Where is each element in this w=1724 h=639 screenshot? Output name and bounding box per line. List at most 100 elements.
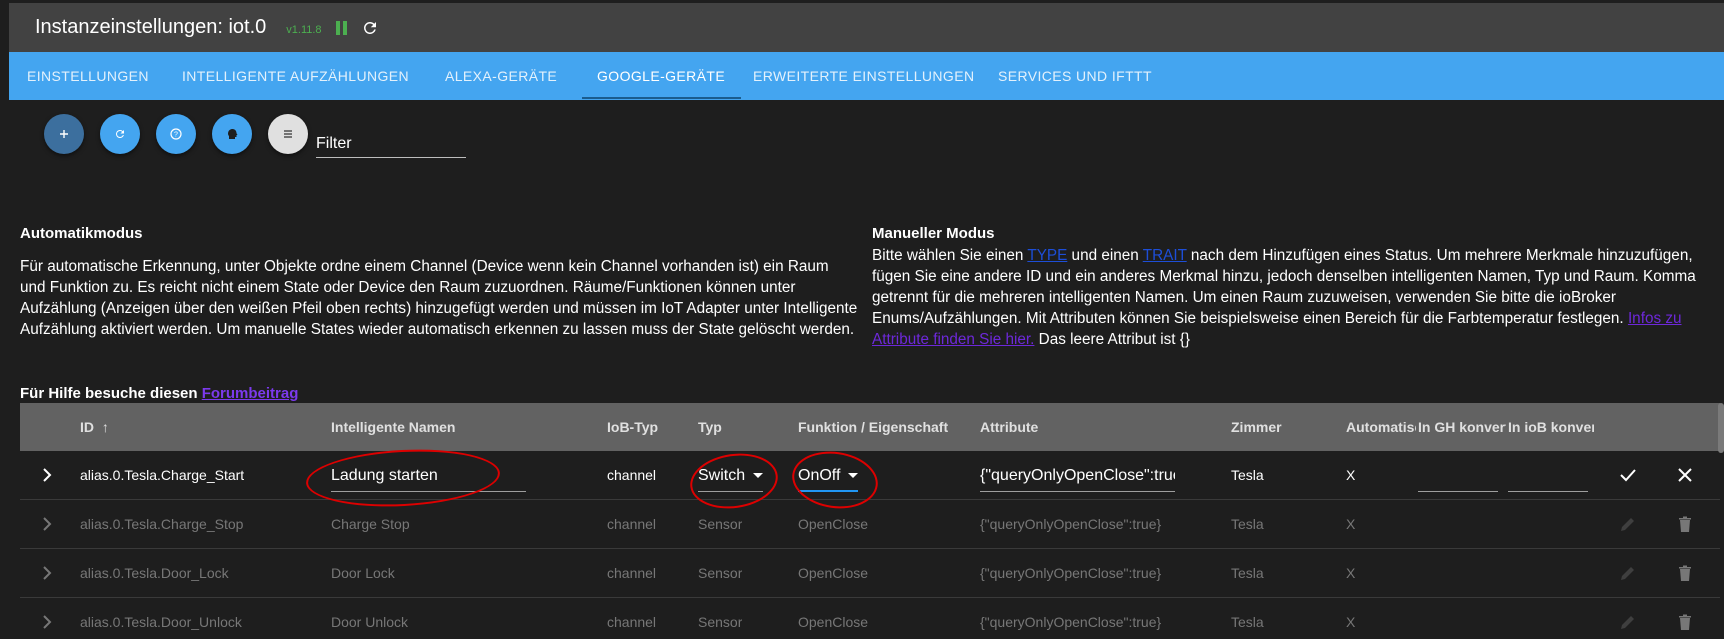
chevron-right-icon[interactable] xyxy=(42,615,52,629)
row-zimmer: Tesla xyxy=(1231,614,1264,630)
manual-mode-title: Manueller Modus xyxy=(872,225,995,242)
row-name: Door Lock xyxy=(331,565,395,581)
table-scrollbar[interactable] xyxy=(1718,403,1724,453)
col-typ-header[interactable]: Typ xyxy=(698,403,722,451)
col-zimmer-header[interactable]: Zimmer xyxy=(1231,403,1282,451)
manual-text-1: Bitte wählen Sie einen xyxy=(872,247,1028,264)
row-funktion: OpenClose xyxy=(798,565,869,581)
row-typ: Sensor xyxy=(698,614,743,630)
attribute-input[interactable]: {"queryOnlyOpenClose":true} xyxy=(980,461,1175,492)
refresh-icon xyxy=(115,129,124,138)
tab-intelligente-aufzaehlungen[interactable]: INTELLIGENTE AUFZÄHLUNGEN xyxy=(182,52,409,100)
add-icon xyxy=(60,130,68,138)
head-icon xyxy=(228,129,238,139)
smart-name-input[interactable]: Ladung starten xyxy=(331,461,526,492)
row-zimmer: Tesla xyxy=(1231,467,1264,483)
col-funktion-header[interactable]: Funktion / Eigenschaft xyxy=(798,403,948,451)
row-attribute: {"queryOnlyOpenClose":true} xyxy=(980,565,1162,581)
row-iobtype: channel xyxy=(607,516,657,532)
gh-convert-input[interactable] xyxy=(1418,461,1498,492)
col-id-header[interactable]: ID ↑ xyxy=(80,403,109,451)
row-funktion: OpenClose xyxy=(798,614,869,630)
row-auto: X xyxy=(1346,565,1356,581)
svg-text:?: ? xyxy=(174,132,178,139)
table-row-editing: alias.0.Tesla.Charge_Start Ladung starte… xyxy=(20,451,1720,500)
row-id: alias.0.Tesla.Door_Lock xyxy=(80,565,229,581)
col-iobconv-header[interactable]: In ioB konvertieren xyxy=(1508,403,1594,451)
tab-services-und-ifttt[interactable]: SERVICES UND IFTTT xyxy=(998,52,1152,100)
trait-link[interactable]: TRAIT xyxy=(1143,247,1187,264)
chevron-right-icon[interactable] xyxy=(42,517,52,531)
filter-input[interactable] xyxy=(316,128,466,156)
row-typ: Sensor xyxy=(698,565,743,581)
type-link[interactable]: TYPE xyxy=(1027,247,1067,264)
table-row: alias.0.Tesla.Charge_Stop Charge Stop ch… xyxy=(20,500,1720,549)
list-icon xyxy=(284,130,292,138)
col-attribute-header[interactable]: Attribute xyxy=(980,403,1038,451)
iob-convert-input[interactable] xyxy=(1508,461,1588,492)
manual-text-2: und einen xyxy=(1067,247,1143,264)
edit-icon[interactable] xyxy=(1618,514,1638,534)
dropdown-caret-icon xyxy=(848,473,859,479)
row-zimmer: Tesla xyxy=(1231,516,1264,532)
col-names-header[interactable]: Intelligente Namen xyxy=(331,403,455,451)
row-name: Door Unlock xyxy=(331,614,409,630)
auto-mode-title: Automatikmodus xyxy=(20,225,143,242)
edit-icon[interactable] xyxy=(1618,612,1638,632)
function-select[interactable]: OnOff xyxy=(798,461,859,492)
row-auto: X xyxy=(1346,614,1356,630)
page-title: Instanzeinstellungen: iot.0 xyxy=(35,16,267,38)
edit-icon[interactable] xyxy=(1618,563,1638,583)
tab-alexa-geraete[interactable]: ALEXA-GERÄTE xyxy=(445,52,557,100)
close-icon[interactable] xyxy=(1675,465,1695,485)
tab-erweiterte-einstellungen[interactable]: ERWEITERTE EINSTELLUNGEN xyxy=(753,52,974,100)
add-button[interactable] xyxy=(44,114,84,154)
table-header: ID ↑ Intelligente Namen IoB-Typ Typ Funk… xyxy=(20,403,1720,451)
col-iobtype-header[interactable]: IoB-Typ xyxy=(607,403,658,451)
row-auto: X xyxy=(1346,516,1356,532)
help-icon: ? xyxy=(170,128,182,140)
type-select-value: Switch xyxy=(698,467,746,484)
function-select-value: OnOff xyxy=(798,467,841,484)
row-zimmer: Tesla xyxy=(1231,565,1264,581)
chevron-right-icon[interactable] xyxy=(42,566,52,580)
row-iobtype: channel xyxy=(607,467,657,483)
table-row: alias.0.Tesla.Door_Lock Door Lock channe… xyxy=(20,549,1720,598)
head-button[interactable] xyxy=(212,114,252,154)
tab-einstellungen[interactable]: EINSTELLUNGEN xyxy=(27,52,149,100)
sort-arrow-up-icon: ↑ xyxy=(101,419,109,435)
reload-icon[interactable] xyxy=(361,19,379,37)
auto-mode-text: Für automatische Erkennung, unter Objekt… xyxy=(20,258,858,338)
list-button[interactable] xyxy=(268,114,308,154)
help-line: Für Hilfe besuche diesen Forumbeitrag xyxy=(20,385,298,402)
check-icon[interactable] xyxy=(1618,465,1638,485)
delete-icon[interactable] xyxy=(1675,563,1695,583)
refresh-button[interactable] xyxy=(100,114,140,154)
type-select[interactable]: Switch xyxy=(698,461,764,492)
manual-mode-text: Bitte wählen Sie einen TYPE und einen TR… xyxy=(872,245,1720,350)
row-typ: Sensor xyxy=(698,516,743,532)
filter-field[interactable] xyxy=(316,128,466,158)
forum-link[interactable]: Forumbeitrag xyxy=(202,385,299,402)
row-name: Charge Stop xyxy=(331,516,410,532)
chevron-right-icon[interactable] xyxy=(42,468,52,482)
delete-icon[interactable] xyxy=(1675,514,1695,534)
row-attribute: {"queryOnlyOpenClose":true} xyxy=(980,614,1162,630)
row-id: alias.0.Tesla.Door_Unlock xyxy=(80,614,242,630)
devices-table: ID ↑ Intelligente Namen IoB-Typ Typ Funk… xyxy=(20,403,1720,639)
col-ghconv-header[interactable]: In GH konvertieren xyxy=(1418,403,1506,451)
row-id: alias.0.Tesla.Charge_Stop xyxy=(80,516,244,532)
row-attribute: {"queryOnlyOpenClose":true} xyxy=(980,516,1162,532)
pause-icon[interactable] xyxy=(335,20,347,35)
col-auto-header[interactable]: Automatisch xyxy=(1346,403,1416,451)
tab-bar: EINSTELLUNGEN INTELLIGENTE AUFZÄHLUNGEN … xyxy=(9,52,1724,100)
col-id-label: ID xyxy=(80,419,94,435)
row-id: alias.0.Tesla.Charge_Start xyxy=(80,467,245,483)
help-prefix: Für Hilfe besuche diesen xyxy=(20,385,198,402)
row-auto: X xyxy=(1346,467,1356,483)
tab-google-geraete[interactable]: GOOGLE-GERÄTE xyxy=(597,52,725,100)
dropdown-caret-icon xyxy=(753,473,764,479)
manual-text-4: Das leere Attribut ist {} xyxy=(1034,331,1191,348)
help-button[interactable]: ? xyxy=(156,114,196,154)
delete-icon[interactable] xyxy=(1675,612,1695,632)
